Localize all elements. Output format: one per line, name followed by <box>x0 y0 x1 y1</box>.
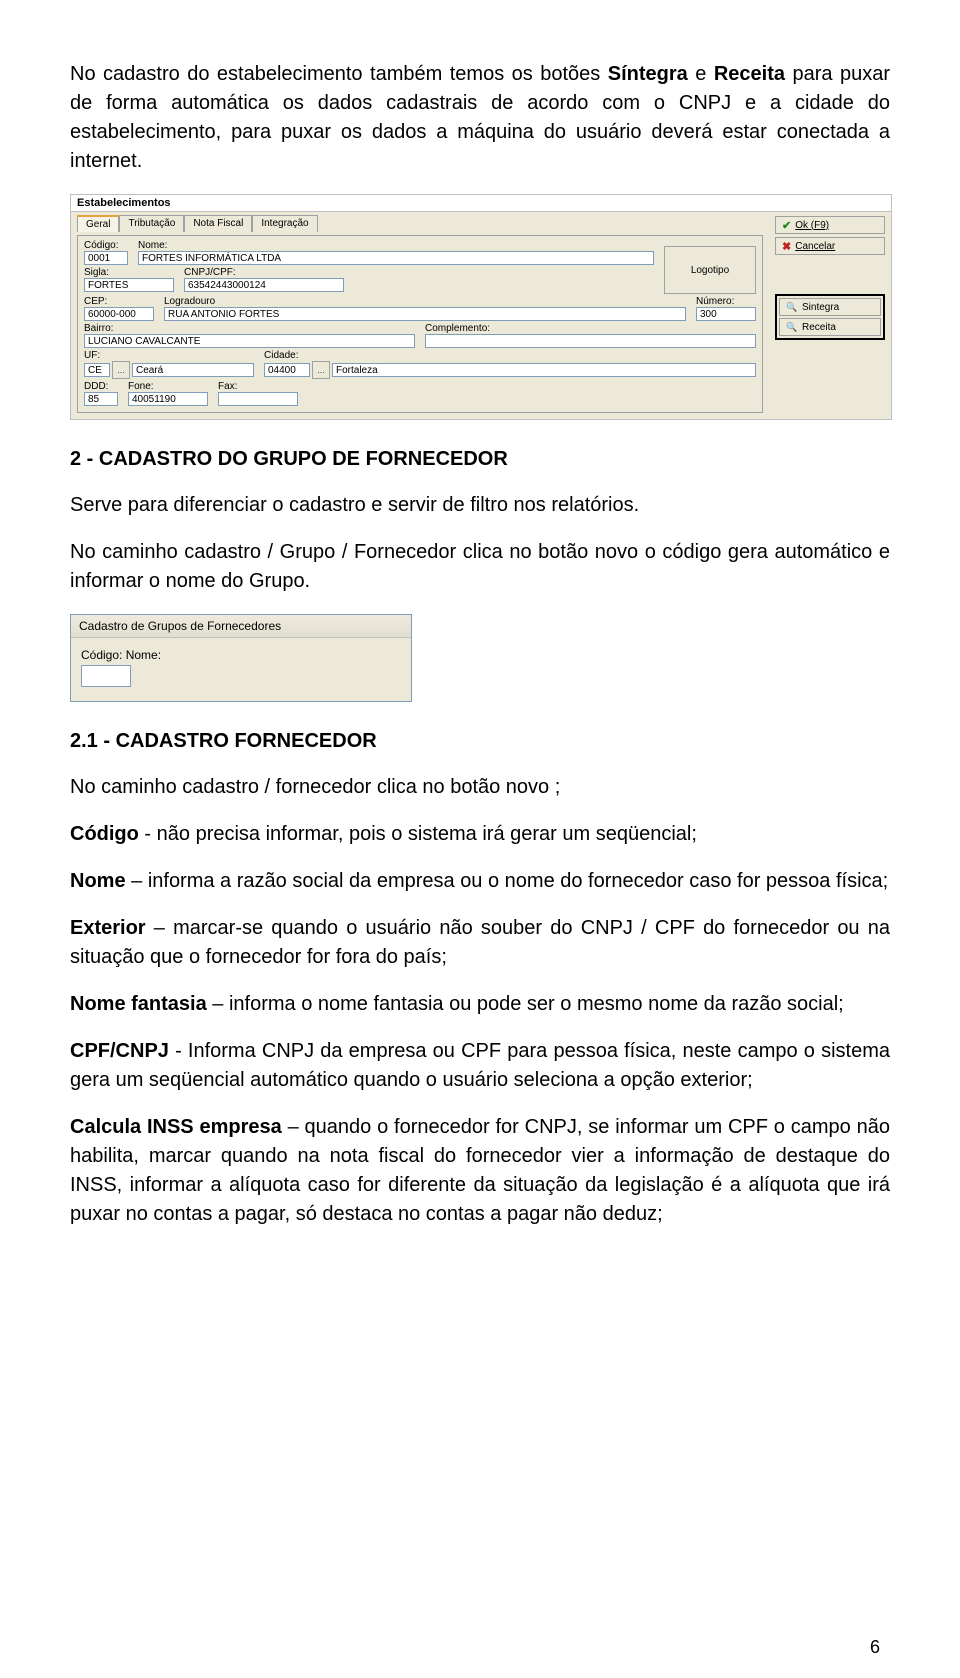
label-numero: Número: <box>696 296 756 307</box>
sec21-nome: Nome – informa a razão social da empresa… <box>70 867 890 896</box>
ss2-label: Código: Nome: <box>81 648 401 662</box>
form-area: Código: 0001 Nome: FORTES INFORMÁTICA LT… <box>77 235 763 413</box>
label-fone: Fone: <box>128 381 208 392</box>
inss-b: Calcula INSS empresa <box>70 1116 282 1138</box>
label-cidade: Cidade: <box>264 350 756 361</box>
input-cidade-code[interactable]: 04400 <box>264 363 310 377</box>
tab-geral[interactable]: Geral <box>77 215 119 232</box>
sec21-cpf: CPF/CNPJ - Informa CNPJ da empresa ou CP… <box>70 1037 890 1095</box>
label-cnpj: CNPJ/CPF: <box>184 267 344 278</box>
cancel-button[interactable]: ✖ Cancelar <box>775 237 885 255</box>
input-uf-name[interactable]: Ceará <box>132 363 254 377</box>
codigo-t: - não precisa informar, pois o sistema i… <box>139 823 697 845</box>
nome-t: – informa a razão social da empresa ou o… <box>126 870 889 892</box>
tab-tributacao[interactable]: Tributação <box>119 215 184 232</box>
label-complemento: Complemento: <box>425 323 756 334</box>
tab-nota-fiscal[interactable]: Nota Fiscal <box>184 215 252 232</box>
section-2-1-title: 2.1 - CADASTRO FORNECEDOR <box>70 730 890 753</box>
intro-pre: No cadastro do estabelecimento também te… <box>70 63 608 85</box>
sec21-fantasia: Nome fantasia – informa o nome fantasia … <box>70 990 890 1019</box>
check-icon: ✔ <box>782 219 791 232</box>
establishment-form-screenshot: Estabelecimentos Geral Tributação Nota F… <box>70 194 892 420</box>
cidade-lookup-button[interactable]: … <box>312 361 330 379</box>
sec21-p1: No caminho cadastro / fornecedor clica n… <box>70 773 890 802</box>
input-fax[interactable] <box>218 392 298 406</box>
label-codigo: Código: <box>84 240 128 251</box>
tab-integracao[interactable]: Integração <box>252 215 317 232</box>
input-cnpj[interactable]: 63542443000124 <box>184 278 344 292</box>
ok-button[interactable]: ✔ Ok (F9) <box>775 216 885 234</box>
window-title: Estabelecimentos <box>71 195 891 212</box>
sintegra-label: Sintegra <box>802 302 839 313</box>
sintegra-receita-group: 🔍 Sintegra 🔍 Receita <box>775 294 885 340</box>
tabs: Geral Tributação Nota Fiscal Integração <box>77 214 763 231</box>
input-complemento[interactable] <box>425 334 756 348</box>
receita-label: Receita <box>802 322 836 333</box>
input-uf-code[interactable]: CE <box>84 363 110 377</box>
section-2-title: 2 - CADASTRO DO GRUPO DE FORNECEDOR <box>70 448 890 471</box>
input-codigo[interactable]: 0001 <box>84 251 128 265</box>
input-sigla[interactable]: FORTES <box>84 278 174 292</box>
logotipo-box[interactable]: Logotipo <box>664 246 756 294</box>
label-logradouro: Logradouro <box>164 296 686 307</box>
search-icon: 🔍 <box>786 321 798 333</box>
label-nome: Nome: <box>138 240 654 251</box>
cpf-b: CPF/CNPJ <box>70 1040 169 1062</box>
uf-lookup-button[interactable]: … <box>112 361 130 379</box>
input-cep[interactable]: 60000-000 <box>84 307 154 321</box>
cpf-t: - Informa CNPJ da empresa ou CPF para pe… <box>70 1040 890 1091</box>
input-numero[interactable]: 300 <box>696 307 756 321</box>
input-logradouro[interactable]: RUA ANTONIO FORTES <box>164 307 686 321</box>
intro-paragraph: No cadastro do estabelecimento também te… <box>70 60 890 176</box>
close-icon: ✖ <box>782 240 791 253</box>
sec21-codigo: Código - não precisa informar, pois o si… <box>70 820 890 849</box>
label-ddd: DDD: <box>84 381 118 392</box>
label-fax: Fax: <box>218 381 298 392</box>
intro-mid: e <box>688 63 714 85</box>
fantasia-b: Nome fantasia <box>70 993 207 1015</box>
sec2-p1: Serve para diferenciar o cadastro e serv… <box>70 491 890 520</box>
input-fone[interactable]: 40051190 <box>128 392 208 406</box>
label-cep: CEP: <box>84 296 154 307</box>
exterior-t: – marcar-se quando o usuário não souber … <box>70 917 890 968</box>
input-cidade-name[interactable]: Fortaleza <box>332 363 756 377</box>
input-bairro[interactable]: LUCIANO CAVALCANTE <box>84 334 415 348</box>
label-uf: UF: <box>84 350 254 361</box>
receita-button[interactable]: 🔍 Receita <box>779 318 881 336</box>
fantasia-t: – informa o nome fantasia ou pode ser o … <box>207 993 844 1015</box>
intro-sintegra: Síntegra <box>608 63 688 85</box>
cancel-label: Cancelar <box>795 241 835 252</box>
sec21-inss: Calcula INSS empresa – quando o forneced… <box>70 1113 890 1229</box>
grupo-fornecedores-screenshot: Cadastro de Grupos de Fornecedores Códig… <box>70 614 412 702</box>
codigo-b: Código <box>70 823 139 845</box>
ok-label: Ok (F9) <box>795 220 829 231</box>
input-ddd[interactable]: 85 <box>84 392 118 406</box>
input-nome[interactable]: FORTES INFORMÁTICA LTDA <box>138 251 654 265</box>
search-icon: 🔍 <box>786 301 798 313</box>
nome-b: Nome <box>70 870 126 892</box>
label-sigla: Sigla: <box>84 267 174 278</box>
ss2-input-codigo[interactable] <box>81 665 131 687</box>
sec2-p2: No caminho cadastro / Grupo / Fornecedor… <box>70 538 890 596</box>
sec21-exterior: Exterior – marcar-se quando o usuário nã… <box>70 914 890 972</box>
ss2-window-title: Cadastro de Grupos de Fornecedores <box>71 615 411 638</box>
sintegra-button[interactable]: 🔍 Sintegra <box>779 298 881 316</box>
exterior-b: Exterior <box>70 917 146 939</box>
label-bairro: Bairro: <box>84 323 415 334</box>
intro-receita: Receita <box>714 63 785 85</box>
page-number: 6 <box>870 1637 880 1658</box>
